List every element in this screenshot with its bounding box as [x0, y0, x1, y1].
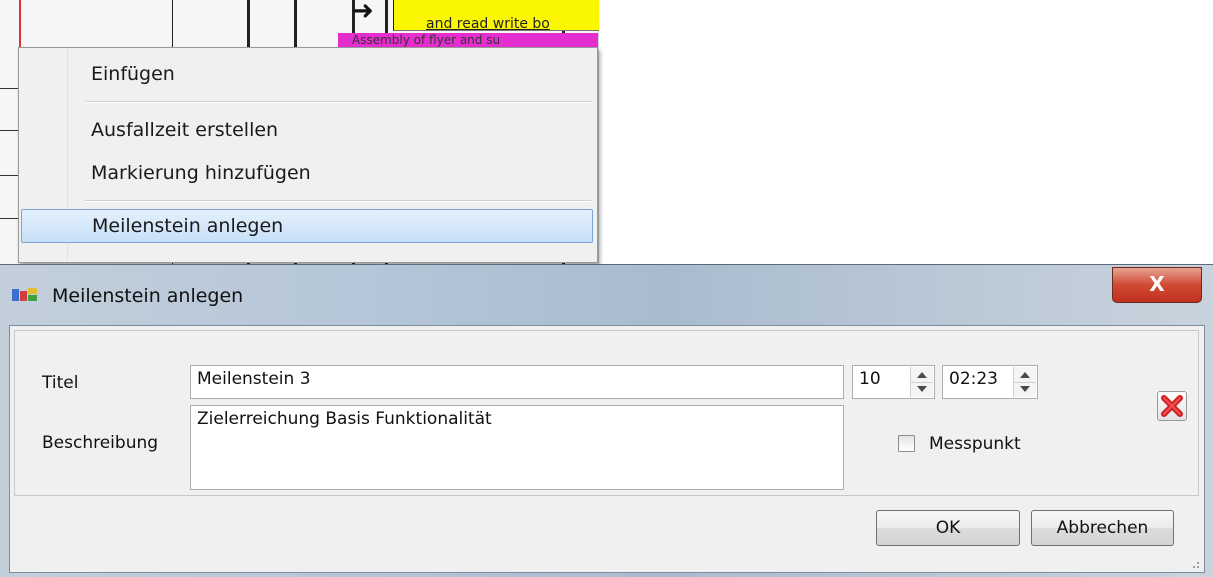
milestone-fields-group: Titel Meilenstein 3 10 02:23 Beschreibun… — [14, 330, 1199, 496]
gantt-task-label: Assembly of flyer and su — [352, 33, 501, 47]
beschreibung-textarea[interactable]: Zielerreichung Basis Funktionalität — [190, 405, 844, 490]
menu-separator — [85, 101, 591, 103]
today-marker-line — [19, 0, 21, 50]
context-menu: Einfügen Ausfallzeit erstellen Markierun… — [18, 47, 598, 263]
menu-separator — [85, 200, 591, 202]
menu-item-label: Ausfallzeit erstellen — [91, 119, 279, 141]
dialog-title: Meilenstein anlegen — [52, 285, 244, 307]
messpunkt-label[interactable]: Messpunkt — [929, 434, 1021, 454]
menu-item-label: Markierung hinzufügen — [91, 162, 311, 184]
beschreibung-label: Beschreibung — [42, 433, 159, 453]
dialog-titlebar[interactable]: Meilenstein anlegen X — [0, 265, 1213, 321]
gantt-task-bar[interactable]: and read write bo — [393, 0, 599, 31]
messpunkt-checkbox[interactable] — [898, 435, 915, 452]
menu-item-ausfallzeit-erstellen[interactable]: Ausfallzeit erstellen — [21, 113, 593, 147]
day-spinner[interactable]: 10 — [852, 365, 935, 399]
gantt-row-line — [0, 175, 18, 176]
gantt-task-label: and read write bo — [426, 16, 550, 31]
spin-up-icon[interactable] — [917, 372, 927, 378]
time-spinner-buttons[interactable] — [1013, 367, 1036, 397]
ok-button[interactable]: OK — [876, 510, 1020, 546]
menu-item-markierung-hinzufuegen[interactable]: Markierung hinzufügen — [21, 156, 593, 190]
menu-item-einfuegen[interactable]: Einfügen — [21, 57, 593, 91]
spin-down-icon[interactable] — [1020, 386, 1030, 392]
gantt-row-line — [0, 88, 18, 89]
cancel-button[interactable]: Abbrechen — [1031, 510, 1174, 546]
gantt-row-line — [0, 218, 18, 219]
titel-label: Titel — [42, 373, 79, 393]
day-spinner-buttons[interactable] — [910, 367, 933, 397]
dialog-client-area: Titel Meilenstein 3 10 02:23 Beschreibun… — [9, 325, 1205, 573]
titel-input[interactable]: Meilenstein 3 — [190, 365, 844, 399]
app-icon — [12, 288, 37, 301]
spin-down-icon[interactable] — [917, 386, 927, 392]
delete-button[interactable] — [1157, 391, 1187, 421]
day-value: 10 — [859, 369, 881, 389]
menu-item-meilenstein-anlegen[interactable]: Meilenstein anlegen — [21, 209, 593, 243]
spin-up-icon[interactable] — [1020, 372, 1030, 378]
menu-item-label: Meilenstein anlegen — [92, 215, 284, 237]
dependency-arrow-icon: ➜ — [352, 0, 374, 26]
milestone-dialog: Meilenstein anlegen X Titel Meilenstein … — [0, 264, 1213, 577]
delete-x-icon — [1161, 395, 1183, 417]
ok-button-label: OK — [935, 518, 961, 538]
close-icon: X — [1149, 272, 1165, 296]
menu-item-label: Einfügen — [91, 63, 175, 85]
gantt-row-line — [0, 130, 18, 131]
spin-divider — [911, 382, 933, 383]
resize-grip-icon[interactable] — [1190, 559, 1200, 569]
time-spinner[interactable]: 02:23 — [942, 365, 1038, 399]
time-value: 02:23 — [949, 369, 998, 389]
spin-divider — [1014, 382, 1036, 383]
close-button[interactable]: X — [1112, 267, 1202, 303]
gantt-task-bar[interactable]: Assembly of flyer and su — [338, 33, 598, 47]
cancel-button-label: Abbrechen — [1056, 518, 1149, 538]
